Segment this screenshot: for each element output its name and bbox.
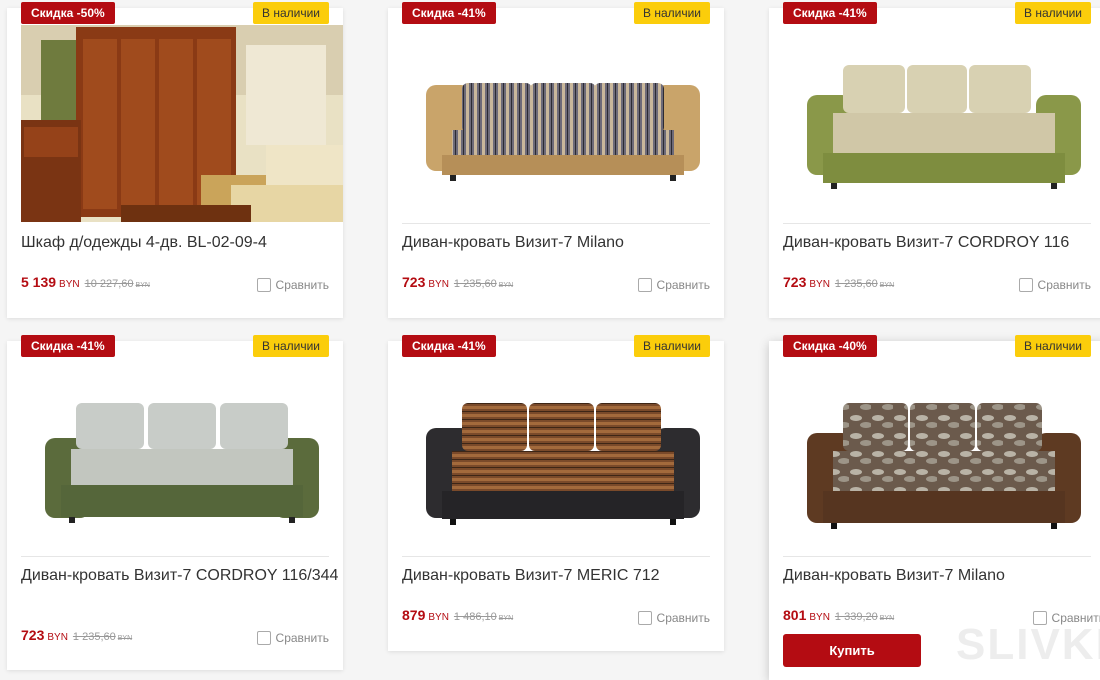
compare-label: Сравнить <box>656 611 710 625</box>
old-price: 1 235,60 <box>834 278 878 290</box>
price: 879 <box>402 607 426 623</box>
old-currency: BYN <box>498 615 514 622</box>
old-currency: BYN <box>135 282 150 289</box>
in-stock-badge: В наличии <box>633 2 710 24</box>
price: 723 <box>402 274 426 290</box>
discount-badge: Скидка -41% <box>21 335 115 357</box>
price-block: 723 BYN 1 235,60 BYN <box>21 627 132 643</box>
product-name[interactable]: Диван-кровать Визит-7 CORDROY 116 <box>783 233 1100 253</box>
in-stock-badge: В наличии <box>252 2 329 24</box>
product-card[interactable]: Скидка -41% В наличии Диван-кровать Визи… <box>769 2 1100 318</box>
product-name[interactable]: Диван-кровать Визит-7 Milano <box>783 566 1100 586</box>
divider <box>402 223 710 224</box>
checkbox-icon[interactable] <box>256 278 271 292</box>
divider <box>402 556 710 557</box>
currency: BYN <box>428 612 449 623</box>
compare-label: Сравнить <box>275 631 329 645</box>
old-price: 10 227,60 <box>84 278 134 290</box>
watermark-logo: SLIVKI <box>956 620 1100 669</box>
old-price: 1 339,20 <box>834 611 878 623</box>
old-currency: BYN <box>879 282 895 289</box>
product-card[interactable]: Скидка -41% В наличии Диван-кровать Визи… <box>388 2 724 318</box>
in-stock-badge: В наличии <box>252 335 329 357</box>
old-price: 1 235,60 <box>72 631 116 643</box>
compare-checkbox[interactable]: Сравнить <box>637 611 710 625</box>
in-stock-badge: В наличии <box>1014 2 1091 24</box>
price: 5 139 <box>21 274 57 290</box>
compare-label: Сравнить <box>1037 278 1091 292</box>
old-price: 1 486,10 <box>453 611 497 623</box>
in-stock-badge: В наличии <box>633 335 710 357</box>
old-currency: BYN <box>117 635 133 642</box>
divider <box>21 556 329 557</box>
in-stock-badge: В наличии <box>1014 335 1091 357</box>
buy-button[interactable]: Купить <box>783 634 921 667</box>
compare-label: Сравнить <box>656 278 710 292</box>
checkbox-icon[interactable] <box>256 631 271 645</box>
discount-badge: Скидка -41% <box>402 2 496 24</box>
currency: BYN <box>809 279 830 290</box>
discount-badge: Скидка -40% <box>783 335 877 357</box>
discount-badge: Скидка -50% <box>21 2 115 24</box>
price: 723 <box>21 627 45 643</box>
price-block: 723 BYN 1 235,60 BYN <box>402 274 513 290</box>
checkbox-icon[interactable] <box>637 611 652 625</box>
product-name[interactable]: Диван-кровать Визит-7 Milano <box>402 233 722 253</box>
product-card[interactable]: Скидка -50% В наличии Шкаф д/одежды 4-дв… <box>7 2 343 318</box>
divider <box>783 556 1091 557</box>
product-card[interactable]: Скидка -41% В наличии Диван-кровать Визи… <box>388 335 724 651</box>
divider <box>783 223 1091 224</box>
discount-badge: Скидка -41% <box>783 2 877 24</box>
product-image-sofa[interactable] <box>402 358 724 555</box>
currency: BYN <box>428 279 449 290</box>
old-currency: BYN <box>498 282 514 289</box>
old-price: 1 235,60 <box>453 278 497 290</box>
currency: BYN <box>809 612 830 623</box>
checkbox-icon[interactable] <box>1018 278 1033 292</box>
old-currency: BYN <box>879 615 895 622</box>
price: 801 <box>783 607 807 623</box>
product-image-sofa[interactable] <box>21 358 343 555</box>
product-name[interactable]: Шкаф д/одежды 4-дв. BL-02-09-4 <box>21 233 341 253</box>
checkbox-icon[interactable] <box>637 278 652 292</box>
compare-checkbox[interactable]: Сравнить <box>637 278 710 292</box>
compare-checkbox[interactable]: Сравнить <box>256 631 329 645</box>
price-block: 801 BYN 1 339,20 BYN <box>783 607 894 623</box>
product-name[interactable]: Диван-кровать Визит-7 CORDROY 116/344 <box>21 566 341 586</box>
price-block: 723 BYN 1 235,60 BYN <box>783 274 894 290</box>
product-image-wardrobe[interactable] <box>21 25 343 222</box>
price: 723 <box>783 274 807 290</box>
product-image-sofa[interactable] <box>402 25 724 222</box>
discount-badge: Скидка -41% <box>402 335 496 357</box>
compare-checkbox[interactable]: Сравнить <box>256 278 329 292</box>
product-name[interactable]: Диван-кровать Визит-7 MERIC 712 <box>402 566 722 586</box>
product-image-sofa[interactable] <box>783 358 1100 555</box>
compare-checkbox[interactable]: Сравнить <box>1018 278 1091 292</box>
currency: BYN <box>47 632 68 643</box>
product-image-sofa[interactable] <box>783 25 1100 222</box>
compare-label: Сравнить <box>275 278 329 292</box>
currency: BYN <box>59 279 80 290</box>
price-block: 879 BYN 1 486,10 BYN <box>402 607 513 623</box>
product-card[interactable]: Скидка -41% В наличии Диван-кровать Визи… <box>7 335 343 670</box>
price-block: 5 139 BYN 10 227,60 BYN <box>21 274 150 290</box>
